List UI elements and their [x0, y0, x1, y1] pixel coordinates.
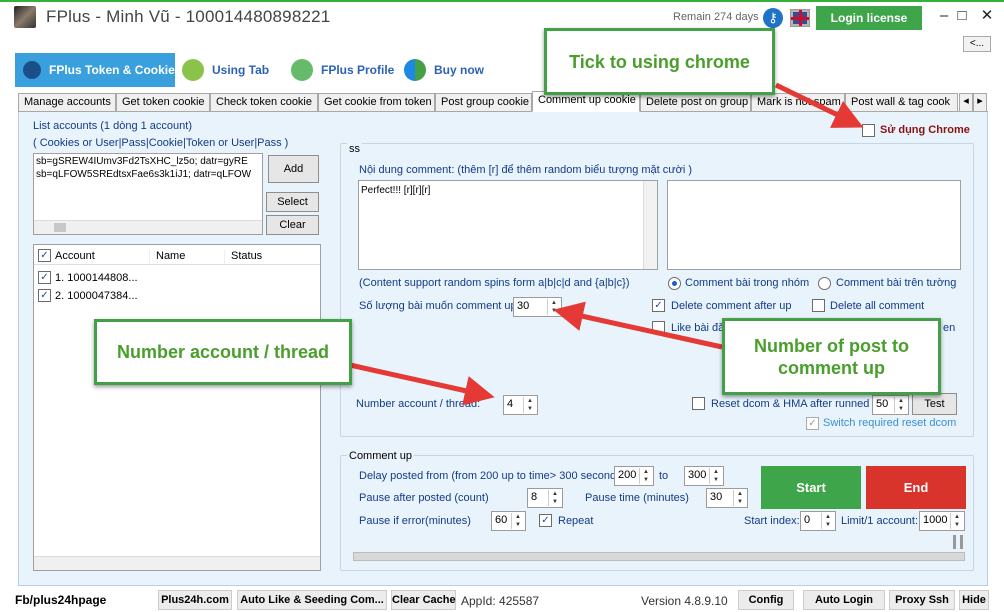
- clear-cache-button[interactable]: Clear Cache: [391, 590, 456, 610]
- hide-button[interactable]: Hide: [959, 590, 989, 610]
- plus24h-button[interactable]: Plus24h.com: [158, 590, 232, 610]
- callout-thread: Number account / thread: [94, 319, 352, 385]
- arrow-post: [553, 301, 723, 350]
- app-id: AppId: 425587: [461, 594, 540, 608]
- version: Version 4.8.9.10: [641, 594, 728, 608]
- proxy-ssh-button[interactable]: Proxy Ssh: [889, 590, 955, 610]
- arrow-chrome: [774, 82, 864, 128]
- annotation-arrows: [349, 82, 864, 406]
- autolike-button[interactable]: Auto Like & Seeding Com...: [237, 590, 387, 610]
- callout-chrome: Tick to using chrome: [544, 28, 775, 95]
- callout-post: Number of post to comment up: [722, 318, 941, 395]
- fb-page-link[interactable]: Fb/plus24hpage: [15, 593, 106, 607]
- config-button[interactable]: Config: [738, 590, 794, 610]
- auto-login-button[interactable]: Auto Login: [803, 590, 885, 610]
- arrow-thread: [349, 362, 495, 406]
